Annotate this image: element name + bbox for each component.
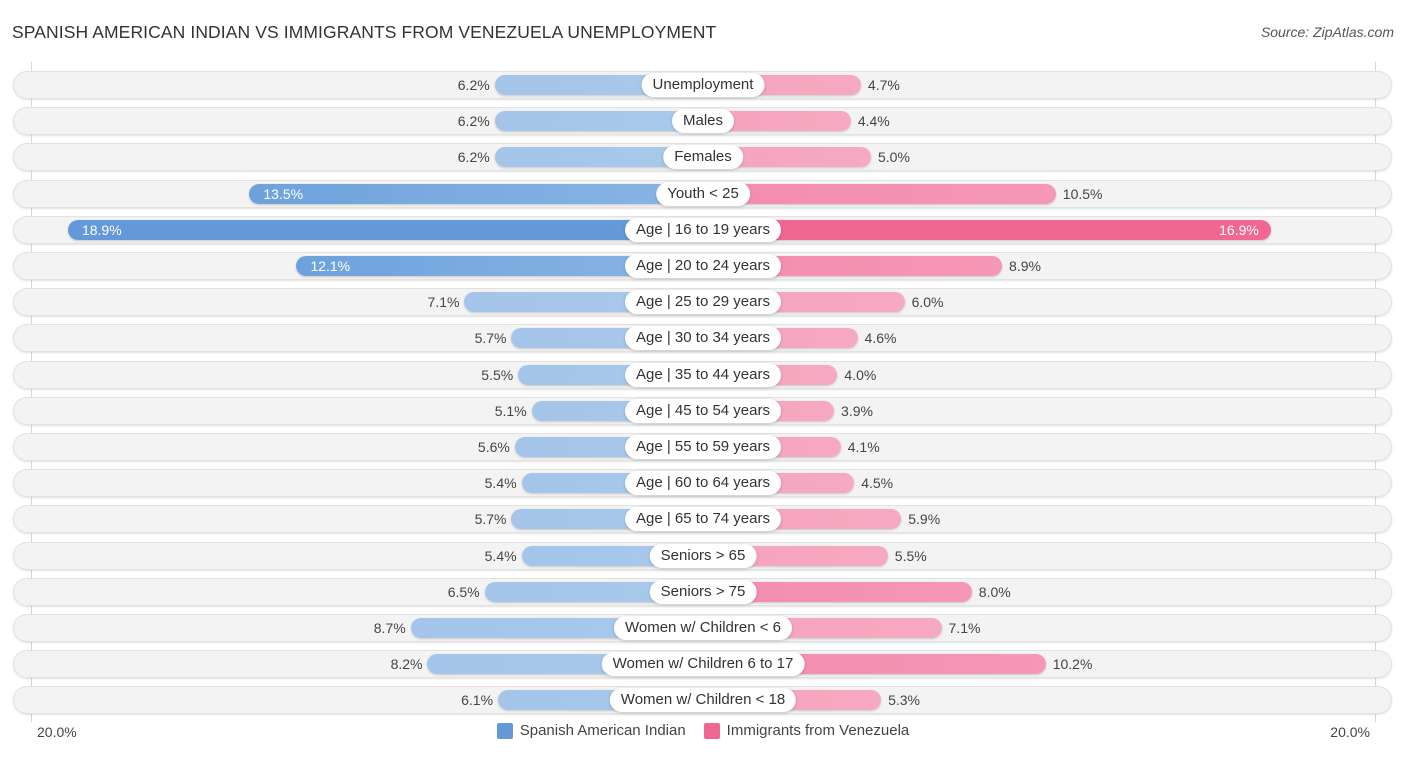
value-label-right: 3.9% <box>841 402 873 419</box>
bar-immigrants-from-venezuela[interactable] <box>703 219 1271 240</box>
category-label: Males <box>671 109 735 134</box>
legend-swatch-left <box>496 722 513 739</box>
category-label: Females <box>663 145 743 170</box>
value-label-right: 10.5% <box>1062 185 1103 202</box>
category-label: Age | 16 to 19 years <box>625 217 781 242</box>
value-label-right: 4.7% <box>867 77 900 93</box>
value-label-left: 5.4% <box>484 475 517 492</box>
legend-item-immigrants-from-venezuela[interactable]: Immigrants from Venezuela <box>703 722 910 739</box>
value-label-left: 5.6% <box>477 439 510 455</box>
legend-label-left: Spanish American Indian <box>519 722 686 739</box>
legend-swatch-right <box>703 722 720 739</box>
bar-immigrants-from-venezuela[interactable] <box>703 183 1056 204</box>
value-label-right: 6.0% <box>911 294 944 311</box>
category-label: Age | 20 to 24 years <box>625 254 781 278</box>
category-label: Age | 65 to 74 years <box>625 507 781 532</box>
value-label-left: 5.1% <box>494 402 527 419</box>
value-label-left: 6.2% <box>457 149 490 166</box>
category-label: Women w/ Children < 18 <box>609 688 797 713</box>
category-label: Age | 60 to 64 years <box>625 471 781 496</box>
value-label-right: 5.0% <box>878 149 910 166</box>
bar-spanish-american-indian[interactable] <box>67 219 703 240</box>
value-label-right: 8.9% <box>1009 258 1041 274</box>
value-label-left: 6.5% <box>447 583 480 600</box>
value-label-right: 16.9% <box>1219 221 1259 238</box>
value-label-left: 5.4% <box>484 547 517 564</box>
category-label: Age | 25 to 29 years <box>625 290 781 315</box>
value-label-right: 4.1% <box>847 439 880 455</box>
value-label-left: 7.1% <box>427 294 460 311</box>
value-label-right: 4.5% <box>861 475 894 492</box>
bar-spanish-american-indian[interactable] <box>249 183 703 204</box>
category-label: Seniors > 65 <box>649 543 757 568</box>
value-label-left: 12.1% <box>310 258 351 274</box>
legend: Spanish American Indian Immigrants from … <box>0 722 1406 739</box>
value-label-left: 6.2% <box>457 77 490 93</box>
value-label-left: 5.7% <box>474 330 507 347</box>
legend-item-spanish-american-indian[interactable]: Spanish American Indian <box>496 722 686 739</box>
category-label: Women w/ Children < 6 <box>613 616 793 640</box>
value-label-left: 18.9% <box>81 221 122 238</box>
value-label-left: 8.7% <box>373 620 406 636</box>
value-label-right: 4.0% <box>844 366 877 383</box>
category-label: Age | 45 to 54 years <box>625 398 781 423</box>
legend-label-right: Immigrants from Venezuela <box>726 722 910 739</box>
value-label-right: 5.9% <box>908 511 941 528</box>
value-label-right: 7.1% <box>948 620 981 636</box>
value-label-right: 8.0% <box>978 583 1011 600</box>
value-label-left: 5.5% <box>481 366 514 383</box>
category-label: Age | 35 to 44 years <box>625 362 781 387</box>
value-label-left: 5.7% <box>474 511 507 528</box>
value-label-left: 6.1% <box>461 692 494 709</box>
value-label-left: 13.5% <box>263 185 304 202</box>
value-label-right: 5.5% <box>894 547 927 564</box>
category-label: Seniors > 75 <box>649 579 757 604</box>
value-label-right: 5.3% <box>888 692 920 709</box>
category-label: Age | 55 to 59 years <box>625 435 781 459</box>
category-label: Unemployment <box>641 73 765 97</box>
chart-plot-area: 6.2% 4.7% Unemployment 6.2% 4.4% Males 6.2% 5.0… <box>0 0 1406 757</box>
category-label: Age | 30 to 34 years <box>625 326 781 351</box>
value-label-left: 8.2% <box>390 656 423 673</box>
value-label-right: 4.6% <box>864 330 897 347</box>
value-label-right: 10.2% <box>1052 656 1093 673</box>
category-label: Youth < 25 <box>656 181 750 206</box>
value-label-right: 4.4% <box>857 113 890 130</box>
category-label: Women w/ Children 6 to 17 <box>601 652 805 677</box>
value-label-left: 6.2% <box>457 113 490 130</box>
